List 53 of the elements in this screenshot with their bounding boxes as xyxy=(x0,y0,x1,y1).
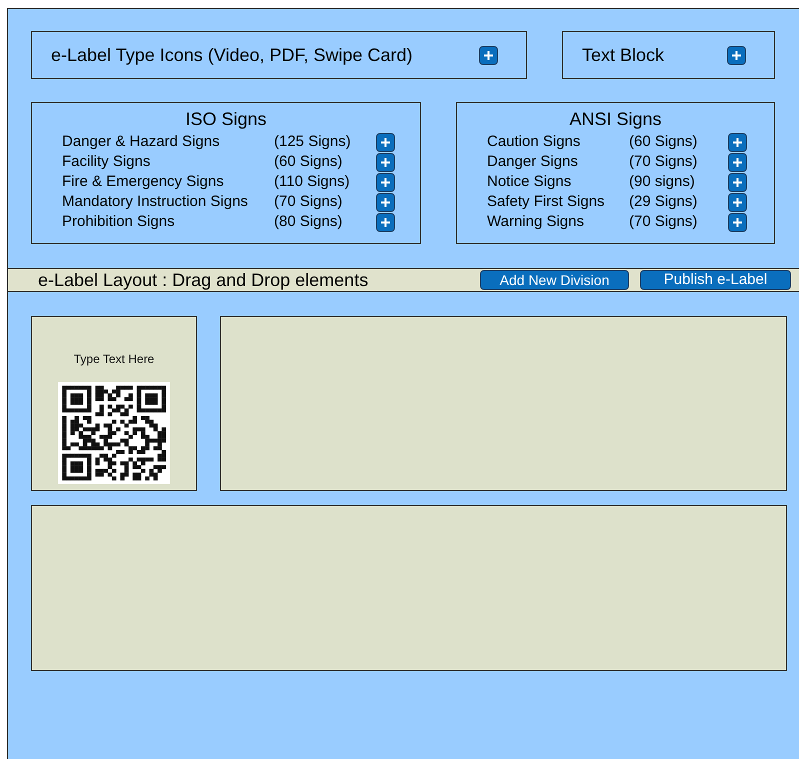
sign-count: (90 signs) xyxy=(629,172,696,192)
plus-icon xyxy=(380,176,391,188)
sign-count: (70 Signs) xyxy=(274,192,344,212)
add-button[interactable] xyxy=(376,192,395,212)
sign-category: Prohibition Signs xyxy=(62,212,176,232)
sign-count: (29 Signs) xyxy=(629,192,698,212)
sign-count: (125 Signs) xyxy=(274,132,352,152)
sign-count: (60 Signs) xyxy=(629,132,698,152)
plus-icon xyxy=(483,50,494,60)
sign-count: (80 Signs) xyxy=(274,212,344,232)
add-button[interactable] xyxy=(728,212,747,232)
toolbar-button[interactable]: Publish e-Label xyxy=(640,270,791,290)
plus-icon xyxy=(732,176,743,188)
plus-icon xyxy=(380,216,391,228)
sign-count: (60 Signs) xyxy=(274,152,344,172)
add-button[interactable] xyxy=(727,46,746,64)
sign-category: Notice Signs xyxy=(487,172,572,192)
block-title: Text Block xyxy=(582,44,664,66)
sign-category: Danger Signs xyxy=(487,152,579,172)
sign-category: Caution Signs xyxy=(487,132,582,152)
sign-count: (70 Signs) xyxy=(629,212,698,232)
sign-count: (110 Signs) xyxy=(274,172,351,192)
sign-category: Safety First Signs xyxy=(487,192,606,212)
sign-category: Warning Signs xyxy=(487,212,585,232)
plus-icon xyxy=(380,156,391,168)
block-title: e-Label Type Icons (Video, PDF, Swipe Card) xyxy=(51,44,413,67)
add-button[interactable] xyxy=(376,132,395,152)
plus-icon xyxy=(732,156,743,168)
group-title: ISO Signs xyxy=(185,108,267,130)
add-button[interactable] xyxy=(376,152,395,172)
toolbar-title: e-Label Layout : Drag and Drop elements xyxy=(38,268,370,292)
sign-count: (70 Signs) xyxy=(629,152,698,172)
sign-category: Facility Signs xyxy=(62,152,152,172)
plus-icon xyxy=(731,50,742,60)
add-button[interactable] xyxy=(728,132,747,152)
add-button[interactable] xyxy=(376,212,395,232)
add-button[interactable] xyxy=(479,46,498,64)
sign-category: Fire & Emergency Signs xyxy=(62,172,225,192)
qr-code-icon xyxy=(58,382,170,484)
add-button[interactable] xyxy=(728,192,747,212)
plus-icon xyxy=(380,136,391,148)
plus-icon xyxy=(380,196,391,208)
plus-icon xyxy=(732,216,743,228)
group-title: ANSI Signs xyxy=(569,108,662,130)
plus-icon xyxy=(732,196,743,208)
sign-category: Mandatory Instruction Signs xyxy=(62,192,249,212)
sign-category: Danger & Hazard Signs xyxy=(62,132,221,152)
add-button[interactable] xyxy=(728,152,747,172)
caption-text: Type Text Here xyxy=(74,351,154,368)
add-button[interactable] xyxy=(728,172,747,192)
toolbar-button[interactable]: Add New Division xyxy=(480,270,629,290)
add-button[interactable] xyxy=(376,172,395,192)
plus-icon xyxy=(732,136,743,148)
